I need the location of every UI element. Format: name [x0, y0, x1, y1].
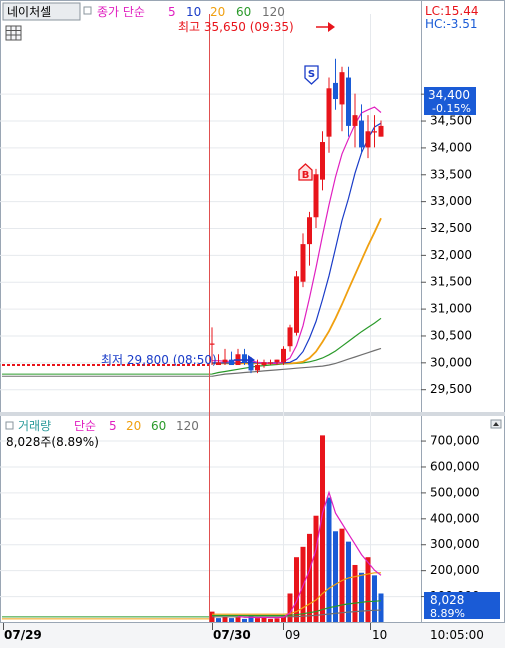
- volume-bar: [333, 531, 338, 622]
- candle-body: [261, 362, 267, 366]
- volume-bar: [313, 515, 319, 622]
- volume-bar: [268, 618, 273, 622]
- time-label-0730: 07/30: [213, 628, 251, 642]
- candle-body: [352, 115, 358, 126]
- price-ma-legend-120: 120: [262, 5, 285, 19]
- low-annotation: 최저 29,800 (08:50): [101, 353, 217, 367]
- volume-bar: [339, 528, 345, 622]
- volume-legend-20: 20: [126, 419, 141, 433]
- volume-current-text: 8,028주(8.89%): [6, 435, 99, 449]
- volume-tick-label: 700,000: [430, 434, 480, 448]
- price-tick-label: 31,500: [430, 275, 472, 289]
- candle-body: [294, 276, 299, 333]
- candle-body: [307, 217, 312, 245]
- candle-body: [242, 354, 247, 363]
- price-tick-label: 29,500: [430, 382, 472, 396]
- volume-tick-label: 500,000: [430, 485, 480, 499]
- volume-bar: [307, 533, 312, 622]
- current-volume-pct: 8.89%: [430, 607, 465, 620]
- high-annotation: 최고 35,650 (09:35): [178, 20, 294, 34]
- volume-bar: [255, 618, 260, 622]
- candle-body: [300, 244, 306, 282]
- volume-bar: [216, 618, 221, 622]
- volume-bar: [365, 557, 371, 622]
- volume-settings-icon[interactable]: [5, 421, 14, 430]
- price-ma-legend-20: 20: [210, 5, 225, 19]
- volume-bar: [287, 593, 293, 622]
- time-label-0729: 07/29: [4, 628, 42, 642]
- candle-body: [378, 125, 384, 137]
- volume-tick-label: 600,000: [430, 459, 480, 473]
- candle-body: [281, 348, 286, 363]
- price-tick-label: 31,000: [430, 302, 472, 316]
- price-tick-label: 34,500: [430, 114, 472, 128]
- volume-legend-60: 60: [151, 419, 166, 433]
- candle-body: [209, 343, 215, 345]
- candle-body: [372, 131, 377, 133]
- chart-svg: 35,00034,50034,00033,50033,00032,50032,0…: [0, 0, 505, 648]
- price-tick-label: 32,500: [430, 221, 472, 235]
- candle-body: [287, 327, 293, 347]
- volume-tick-label: 300,000: [430, 537, 480, 551]
- candle-body: [255, 365, 260, 371]
- candle-body: [268, 362, 273, 364]
- price-tick-label: 33,500: [430, 167, 472, 181]
- volume-bar: [326, 497, 332, 622]
- candle-body: [274, 359, 280, 363]
- volume-bar: [274, 618, 280, 622]
- sell-signal-label: S: [308, 69, 315, 80]
- volume-bar: [261, 617, 267, 622]
- volume-legend-5: 5: [109, 419, 117, 433]
- price-tick-label: 30,000: [430, 355, 472, 369]
- price-tick-label: 32,000: [430, 248, 472, 262]
- current-price-value: 34,400: [428, 88, 470, 102]
- candle-body: [229, 359, 234, 366]
- candle-body: [222, 359, 228, 363]
- ma-settings-icon[interactable]: [83, 6, 92, 15]
- clock-label: 10:05:00: [430, 628, 484, 642]
- candle-body: [320, 142, 325, 180]
- stock-chart-window: 35,00034,50034,00033,50033,00032,50032,0…: [0, 0, 505, 648]
- volume-bar: [352, 564, 358, 622]
- volume-bar: [242, 618, 247, 622]
- pane-splitter[interactable]: [0, 412, 505, 416]
- current-change-value: -0.15%: [432, 102, 471, 115]
- candle-body: [339, 72, 345, 105]
- current-volume-value: 8,028: [430, 593, 464, 607]
- hc-value: HC:-3.51: [425, 17, 478, 31]
- volume-bar: [235, 617, 241, 622]
- candle-body: [326, 88, 332, 137]
- candle-body: [359, 120, 364, 148]
- volume-bar: [222, 616, 228, 622]
- volume-bar: [378, 593, 384, 622]
- price-ma-legend-5: 5: [168, 5, 176, 19]
- price-ma-legend-60: 60: [236, 5, 251, 19]
- volume-legend-title: 거래량: [18, 419, 51, 433]
- buy-signal-label: B: [302, 170, 310, 181]
- volume-tick-label: 200,000: [430, 563, 480, 577]
- time-label-09: 09: [285, 628, 300, 642]
- stock-name-label: 네이처셀: [7, 5, 51, 19]
- volume-bar: [372, 575, 377, 622]
- volume-tick-label: 400,000: [430, 511, 480, 525]
- candle-body: [365, 131, 371, 148]
- candle-body: [333, 82, 338, 100]
- volume-legend-120: 120: [176, 419, 199, 433]
- volume-bar: [359, 572, 364, 622]
- time-label-10: 10: [372, 628, 387, 642]
- volume-bar: [229, 618, 234, 622]
- volume-legend-label: 단순: [74, 419, 96, 433]
- candle-body: [346, 77, 351, 126]
- price-tick-label: 33,000: [430, 194, 472, 208]
- lc-value: LC:15.44: [425, 4, 478, 18]
- price-tick-label: 34,000: [430, 140, 472, 154]
- price-tick-label: 30,500: [430, 328, 472, 342]
- candle-body: [313, 174, 319, 218]
- candle-body: [216, 362, 221, 366]
- volume-bar: [346, 541, 351, 622]
- price-ma-legend-10: 10: [186, 5, 201, 19]
- price-ma-legend-label: 종가 단순: [97, 5, 145, 19]
- table-grid-icon[interactable]: [5, 25, 22, 41]
